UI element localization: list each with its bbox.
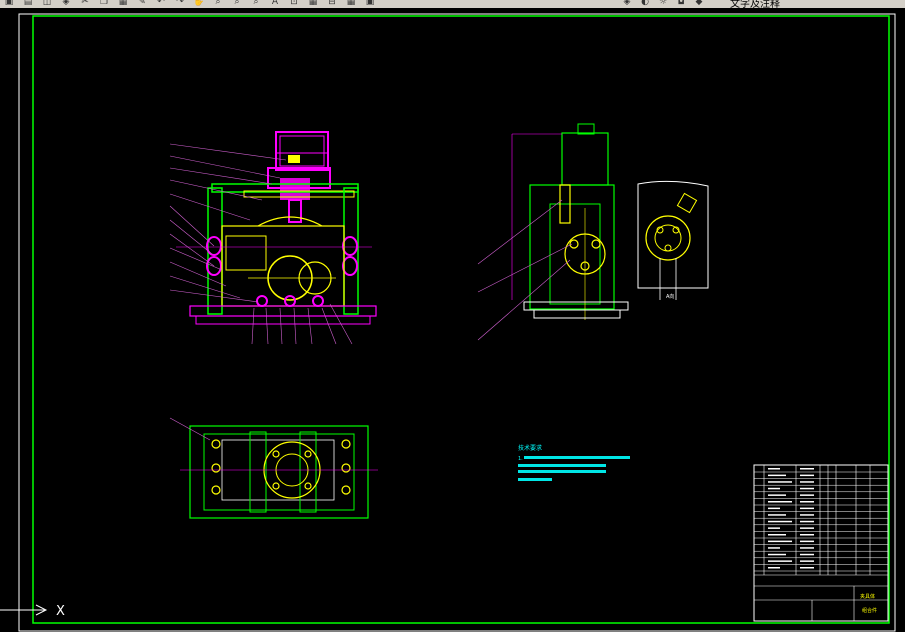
text-style-icon[interactable]: A: [268, 0, 282, 8]
bom-cell-mark: [768, 474, 786, 477]
bom-cell-mark: [768, 514, 786, 516]
bom-cell-mark: [800, 534, 814, 536]
bom-cell-mark: [768, 494, 786, 496]
top-view: [169, 417, 378, 519]
tech-requirements: 技术要求 1.: [518, 444, 630, 481]
properties-icon[interactable]: ▣: [363, 0, 377, 8]
layer-color-icon[interactable]: ◆: [692, 0, 706, 8]
bom-cell-mark: [768, 553, 786, 556]
bom-cell-mark: [800, 547, 814, 549]
publish-icon[interactable]: ◈: [59, 0, 73, 8]
copy-icon[interactable]: ❐: [97, 0, 111, 8]
dimension-style-icon[interactable]: ⊡: [287, 0, 301, 8]
bom-cell-mark: [768, 534, 786, 536]
title-block: 夹具体 组合件: [753, 464, 889, 622]
bom-cell-mark: [800, 527, 814, 529]
save-icon[interactable]: ▣: [2, 0, 16, 8]
bom-cell-mark: [800, 520, 814, 523]
bom-cell-mark: [800, 507, 814, 510]
title-block-material: 组合件: [862, 607, 877, 614]
cut-icon[interactable]: ✂: [78, 0, 92, 8]
undo-icon[interactable]: ↶: [154, 0, 168, 8]
tech-req-item-1: 1.: [518, 456, 523, 462]
detail-view-a: A向: [637, 180, 709, 300]
bom-cell-mark: [800, 481, 814, 483]
bom-cell-mark: [800, 468, 814, 470]
layer-manager-icon[interactable]: ◈: [620, 0, 634, 8]
bom-cell-mark: [800, 514, 814, 516]
layer-lock-icon[interactable]: ◘: [674, 0, 688, 8]
bom-cell-mark: [768, 468, 780, 470]
match-properties-icon[interactable]: ✎: [135, 0, 149, 8]
grid-icon[interactable]: ▦: [344, 0, 358, 8]
bom-cell-mark: [768, 481, 792, 483]
paste-icon[interactable]: ▦: [116, 0, 130, 8]
bom-cell-mark: [768, 567, 780, 569]
multileader-style-icon[interactable]: ⊟: [325, 0, 339, 8]
layer-sun-icon[interactable]: ☼: [656, 0, 670, 8]
side-view: [477, 123, 629, 341]
bom-cell-mark: [768, 540, 792, 543]
bom-cell-mark: [800, 494, 814, 496]
layer-bulb-icon[interactable]: ◐: [638, 0, 652, 8]
outer-frame: [18, 13, 896, 632]
bom-cell-mark: [800, 474, 814, 477]
zoom-window-icon[interactable]: ⌕: [230, 0, 244, 8]
bom-cell-mark: [800, 567, 814, 569]
bom-cell-mark: [800, 487, 814, 490]
front-view: [169, 131, 377, 345]
bom-cell-mark: [800, 553, 814, 556]
table-style-icon[interactable]: ▦: [306, 0, 320, 8]
pan-icon[interactable]: ✋: [192, 0, 206, 8]
inner-frame: [32, 15, 890, 624]
cad-drawing[interactable]: A向 技术要求 1. 夹具体 组合件 X: [0, 8, 905, 632]
bom-cell-mark: [768, 527, 780, 529]
drawing-canvas[interactable]: A向 技术要求 1. 夹具体 组合件 X: [0, 8, 905, 632]
bom-cell-mark: [768, 520, 792, 523]
ucs-x-label: X: [56, 604, 65, 619]
zoom-previous-icon[interactable]: ⌕: [249, 0, 263, 8]
bom-cell-mark: [768, 487, 780, 490]
bom-cell-mark: [800, 540, 814, 543]
bom-cell-mark: [768, 507, 780, 510]
preview-icon[interactable]: ◫: [40, 0, 54, 8]
bom-cell-mark: [800, 560, 814, 562]
bom-cell-mark: [768, 547, 780, 549]
print-icon[interactable]: ▤: [21, 0, 35, 8]
bom-cell-mark: [768, 560, 792, 562]
title-block-name: 夹具体: [860, 593, 875, 600]
bom-cell-mark: [768, 501, 792, 503]
zoom-realtime-icon[interactable]: ⌕: [211, 0, 225, 8]
bom-cell-mark: [800, 501, 814, 503]
redo-icon[interactable]: ↷: [173, 0, 187, 8]
tech-req-title: 技术要求: [518, 444, 542, 452]
section-label: A向: [666, 293, 674, 300]
